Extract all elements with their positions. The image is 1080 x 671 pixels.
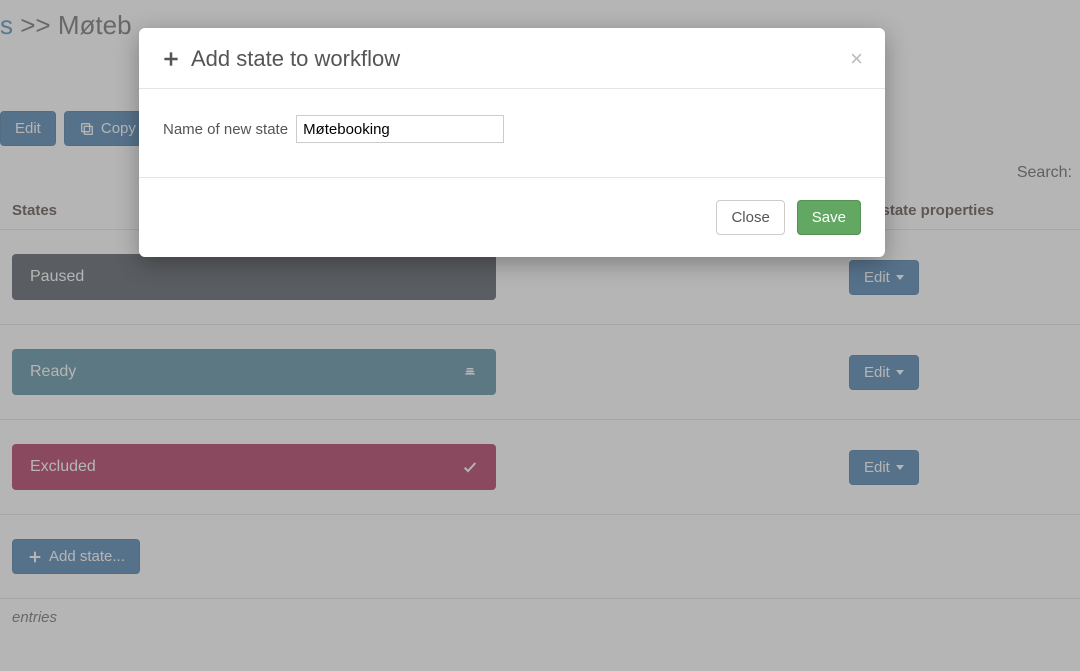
add-state-modal: Add state to workflow × Name of new stat…	[139, 28, 885, 257]
modal-close-button[interactable]: ×	[850, 48, 863, 70]
modal-title: Add state to workflow	[191, 46, 400, 72]
new-state-name-input[interactable]	[296, 115, 504, 143]
modal-close-footer-button[interactable]: Close	[716, 200, 784, 235]
modal-save-button[interactable]: Save	[797, 200, 861, 235]
new-state-name-label: Name of new state	[163, 121, 288, 138]
plus-icon	[161, 49, 181, 69]
